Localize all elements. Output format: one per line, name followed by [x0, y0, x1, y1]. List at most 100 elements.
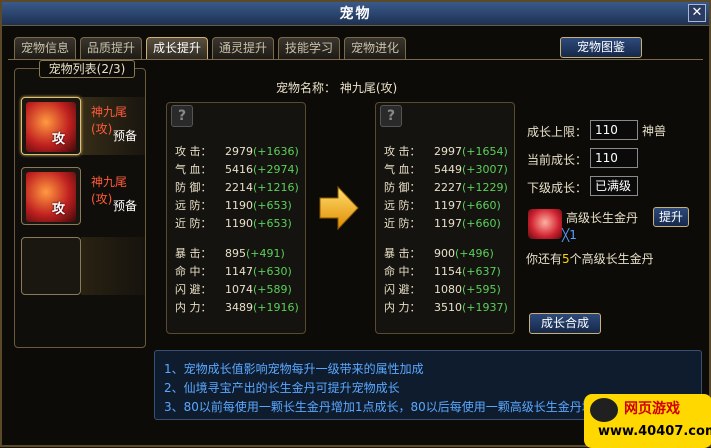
pet-window: 宠物 ✕ 宠物信息 品质提升 成长提升 通灵提升 技能学习 宠物进化 宠物图鉴 … — [0, 0, 711, 448]
tab-skill-learning[interactable]: 技能学习 — [278, 37, 340, 59]
upgrade-button[interactable]: 提升 — [653, 207, 689, 227]
stat-label: 气 血： — [175, 163, 212, 176]
stat-value: 2214 — [225, 181, 253, 194]
next-growth-field: 已满级 — [590, 176, 638, 196]
pet-book-button[interactable]: 宠物图鉴 — [560, 37, 642, 58]
stat-bonus: (+2974) — [253, 163, 299, 176]
stat-bonus: (+589) — [253, 283, 292, 296]
stat-label: 暴 击： — [384, 247, 421, 260]
tip-line-2: 2、仙境寻宝产出的长生金丹可提升宠物成长 — [164, 381, 400, 395]
growth-limit-label: 成长上限： — [527, 125, 588, 139]
stat-bonus: (+3007) — [462, 163, 508, 176]
stat-bonus: (+1937) — [462, 301, 508, 314]
stat-label: 闪 避： — [384, 283, 421, 296]
elixir-pill-icon[interactable] — [528, 209, 562, 239]
window-title: 宠物 — [339, 6, 372, 22]
pet-name-row: 宠物名称： 神九尾(攻) — [276, 79, 397, 96]
pet-row-empty-bg — [81, 237, 145, 295]
stat-line: 防 御： 2227(+1229) — [384, 179, 508, 195]
stat-bonus: (+630) — [253, 265, 292, 278]
stat-line: 远 防： 1190(+653) — [175, 197, 292, 213]
stat-line: 气 血： 5449(+3007) — [384, 161, 508, 177]
stat-label: 命 中： — [175, 265, 212, 278]
arrow-right-icon — [319, 185, 359, 231]
stat-label: 远 防： — [175, 199, 212, 212]
stat-label: 防 御： — [175, 181, 212, 194]
stat-line: 暴 击： 895(+491) — [175, 245, 285, 261]
stat-value: 3510 — [434, 301, 462, 314]
stat-line: 命 中： 1154(+637) — [384, 263, 501, 279]
stat-line: 内 力： 3510(+1937) — [384, 299, 508, 315]
current-growth-field: 110 — [590, 148, 638, 168]
stat-value: 1080 — [434, 283, 462, 296]
growth-merge-button[interactable]: 成长合成 — [529, 313, 601, 334]
watermark-title: 网页游戏 — [624, 401, 680, 417]
stat-line: 近 防： 1197(+660) — [384, 215, 501, 231]
stat-bonus: (+1916) — [253, 301, 299, 314]
mascot-icon — [590, 398, 618, 422]
stat-line: 远 防： 1197(+660) — [384, 197, 501, 213]
tab-pet-evolution[interactable]: 宠物进化 — [344, 37, 406, 59]
pet-name-label: 宠物名称： — [276, 81, 337, 95]
tab-growth-upgrade[interactable]: 成长提升 — [146, 37, 208, 59]
remain-count: 5 — [562, 252, 570, 266]
next-growth-label: 下级成长： — [527, 181, 588, 195]
stat-label: 气 血： — [384, 163, 421, 176]
tab-quality-upgrade[interactable]: 品质提升 — [80, 37, 142, 59]
stat-value: 1197 — [434, 217, 462, 230]
stat-value: 3489 — [225, 301, 253, 314]
stat-label: 内 力： — [384, 301, 421, 314]
pet-status-1: 预备 — [113, 129, 138, 143]
stat-value: 895 — [225, 247, 246, 260]
stat-bonus: (+496) — [455, 247, 494, 260]
stat-label: 近 防： — [175, 217, 212, 230]
growth-limit-field: 110 — [590, 120, 638, 140]
pet-slot-1[interactable]: 攻 — [21, 97, 81, 155]
stat-bonus: (+637) — [462, 265, 501, 278]
stat-label: 攻 击： — [175, 145, 212, 158]
stat-line: 攻 击： 2997(+1654) — [384, 143, 508, 159]
pet-slot-3-empty[interactable] — [21, 237, 81, 295]
stat-value: 1074 — [225, 283, 253, 296]
remain-prefix: 你还有 — [526, 252, 563, 266]
title-bar: 宠物 ✕ — [2, 2, 709, 26]
stat-line: 内 力： 3489(+1916) — [175, 299, 299, 315]
stat-bonus: (+653) — [253, 199, 292, 212]
stat-bonus: (+660) — [462, 199, 501, 212]
stat-label: 命 中： — [384, 265, 421, 278]
stat-label: 内 力： — [175, 301, 212, 314]
pet-list-header: 宠物列表(2/3) — [39, 60, 135, 78]
stat-label: 闪 避： — [175, 283, 212, 296]
stat-value: 1197 — [434, 199, 462, 212]
pill-name: 高级长生金丹 — [566, 211, 639, 225]
pet-list-panel: 宠物列表(2/3) 攻 神九尾(攻) 预备 攻 神九尾(攻) 预备 — [14, 60, 146, 348]
stat-bonus: (+1654) — [462, 145, 508, 158]
stat-bonus: (+1636) — [253, 145, 299, 158]
stat-value: 2997 — [434, 145, 462, 158]
pet-name-value: 神九尾(攻) — [339, 81, 398, 95]
stat-line: 暴 击： 900(+496) — [384, 245, 494, 261]
current-stats-panel: ? 攻 击： 2979(+1636) 气 血： 5416(+2974) 防 御： 2214… — [166, 102, 306, 334]
tip-line-3: 3、80以前每使用一颗长生金丹增加1点成长，80以后每使用一颗高级长生金丹增加 — [164, 400, 606, 414]
close-button[interactable]: ✕ — [688, 4, 706, 22]
pet-slot-2[interactable]: 攻 — [21, 167, 81, 225]
pet-status-2: 预备 — [113, 199, 138, 213]
stat-bonus: (+491) — [246, 247, 285, 260]
growth-limit-suffix: 神兽 — [642, 124, 667, 138]
stat-line: 气 血： 5416(+2974) — [175, 161, 299, 177]
remaining-pills-text: 你还有5个高级长生金丹 — [526, 250, 654, 267]
stat-value: 2227 — [434, 181, 462, 194]
remain-suffix: 个高级长生金丹 — [569, 252, 654, 266]
stat-value: 1154 — [434, 265, 462, 278]
tab-pet-info[interactable]: 宠物信息 — [14, 37, 76, 59]
stat-value: 1147 — [225, 265, 253, 278]
stat-value: 5416 — [225, 163, 253, 176]
stat-bonus: (+653) — [253, 217, 292, 230]
stat-line: 攻 击： 2979(+1636) — [175, 143, 299, 159]
stat-value: 1190 — [225, 217, 253, 230]
stat-bonus: (+1229) — [462, 181, 508, 194]
stat-line: 近 防： 1190(+653) — [175, 215, 292, 231]
watermark-url: www.40407.com — [598, 424, 711, 439]
current-growth-label: 当前成长： — [527, 153, 588, 167]
tab-spirit-upgrade[interactable]: 通灵提升 — [212, 37, 274, 59]
